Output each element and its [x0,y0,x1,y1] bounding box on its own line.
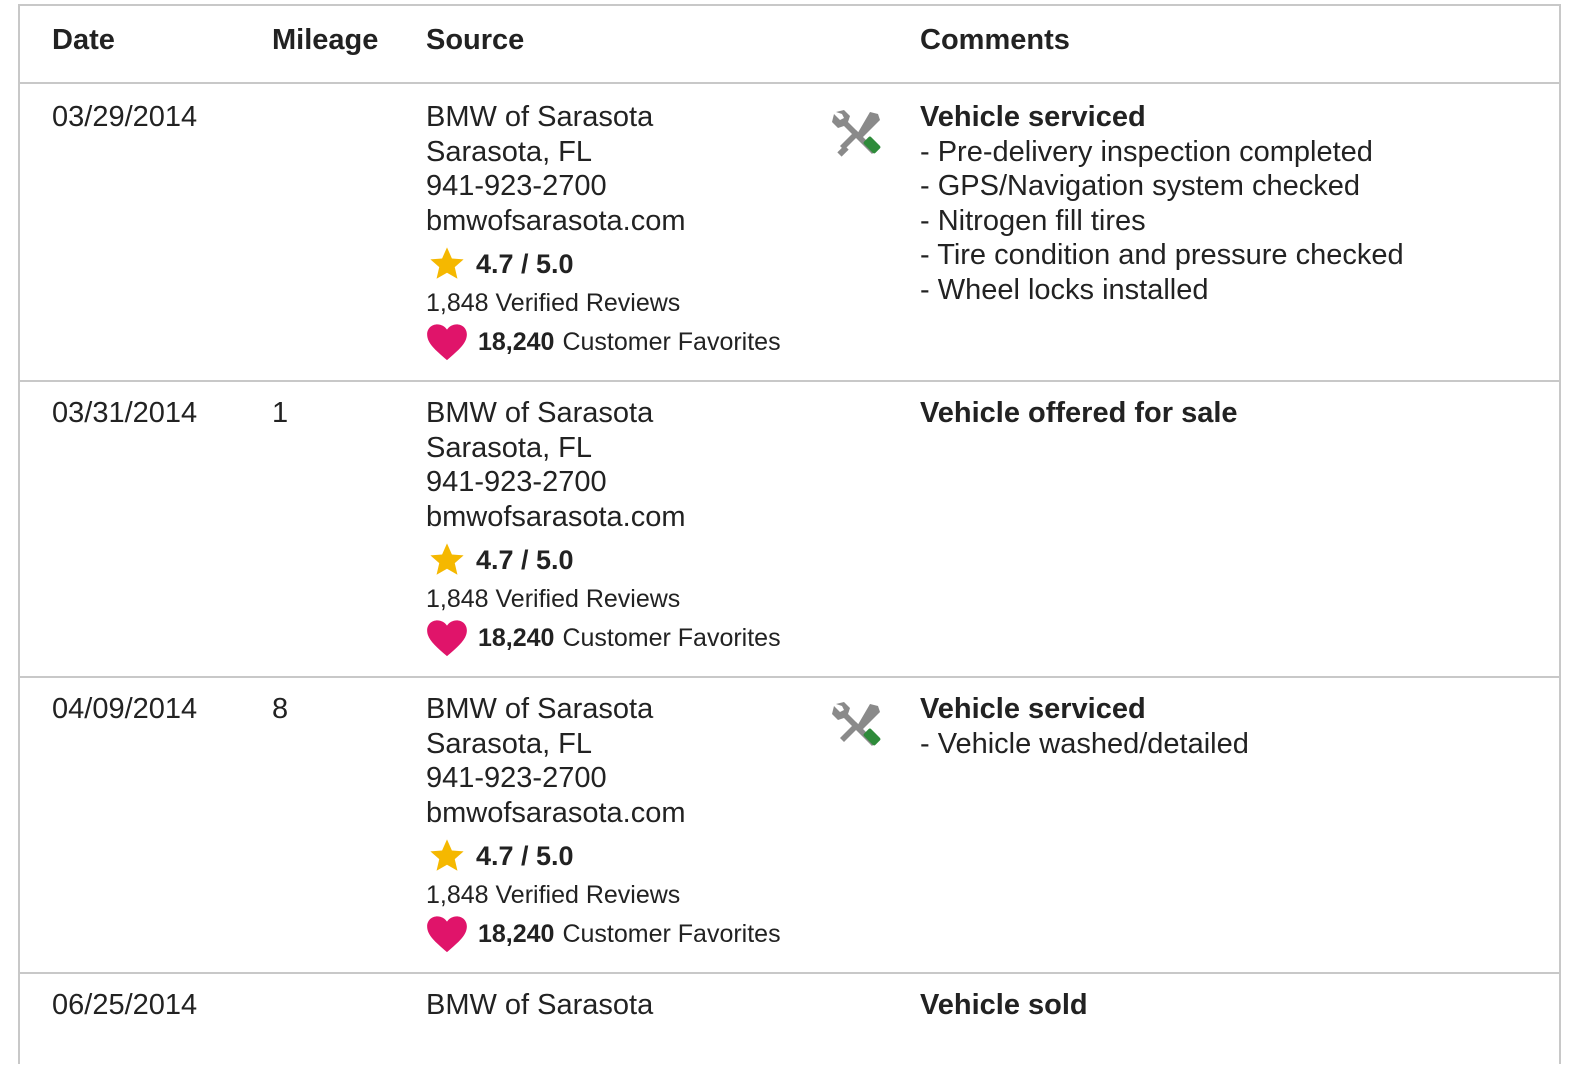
customer-favorites: 18,240 Customer Favorites [426,322,781,362]
table-row: 03/31/2014 1 BMW of Sarasota Sarasota, F… [20,382,1559,678]
comment-item: - Tire condition and pressure checked [920,239,1404,271]
customer-favorites: 18,240 Customer Favorites [426,618,781,658]
dealer-location: Sarasota, FL [426,727,593,760]
column-header-source: Source [426,24,525,56]
favorites-count: 18,240 [478,919,555,948]
customer-favorites: 18,240 Customer Favorites [426,914,781,954]
comment-title: Vehicle sold [920,989,1088,1021]
row-comments: Vehicle serviced - Vehicle washed/detail… [920,692,1249,761]
dealer-name[interactable]: BMW of Sarasota [426,396,781,431]
dealer-phone[interactable]: 941-923-2700 [426,465,781,500]
comment-item: - Wheel locks installed [920,273,1209,306]
row-date: 06/25/2014 [52,989,198,1021]
table-row: 04/09/2014 8 BMW of Sarasota Sarasota, F… [20,678,1559,974]
heart-icon [427,620,467,657]
column-header-date: Date [52,24,115,56]
dealer-phone[interactable]: 941-923-2700 [426,169,781,204]
row-source: BMW of Sarasota Sarasota, FL 941-923-270… [426,692,781,954]
comment-item: - Vehicle washed/detailed [920,727,1249,760]
row-comments: Vehicle sold [920,988,1088,1023]
dealer-website-link[interactable]: bmwofsarasota.com [426,500,781,535]
verified-reviews-link[interactable]: 1,848 Verified Reviews [426,876,781,914]
row-date: 03/29/2014 [52,101,198,133]
comment-title: Vehicle serviced [920,693,1146,725]
row-source: BMW of Sarasota [426,988,653,1023]
table-header: Date Mileage Source Comments [20,6,1559,84]
dealer-name[interactable]: BMW of Sarasota [426,100,781,135]
favorites-label: Customer Favorites [562,623,781,652]
dealer-name[interactable]: BMW of Sarasota [426,692,781,727]
row-comments: Vehicle serviced - Pre-delivery inspecti… [920,100,1404,307]
table-row: 06/25/2014 BMW of Sarasota Vehicle sold [20,974,1559,1074]
verified-reviews-link[interactable]: 1,848 Verified Reviews [426,284,781,322]
row-source: BMW of Sarasota Sarasota, FL 941-923-270… [426,396,781,658]
heart-icon [427,324,467,361]
comment-title: Vehicle serviced [920,101,1146,133]
service-tools-icon [832,110,881,157]
table-row: 03/29/2014 BMW of Sarasota Sarasota, FL … [20,84,1559,382]
comment-item: - Nitrogen fill tires [920,204,1146,237]
row-mileage: 8 [272,693,289,725]
row-mileage: 1 [272,397,289,429]
dealer-website-link[interactable]: bmwofsarasota.com [426,796,781,831]
comment-item: - Pre-delivery inspection completed [920,135,1373,168]
row-source: BMW of Sarasota Sarasota, FL 941-923-270… [426,100,781,362]
dealer-name[interactable]: BMW of Sarasota [426,988,653,1023]
dealer-location: Sarasota, FL [426,431,593,464]
rating-value: 4.7 / 5.0 [476,248,574,279]
row-comments: Vehicle offered for sale [920,396,1238,431]
dealer-phone[interactable]: 941-923-2700 [426,761,781,796]
favorites-label: Customer Favorites [562,919,781,948]
vehicle-history-table: Date Mileage Source Comments 03/29/2014 … [18,4,1561,1064]
column-header-mileage: Mileage [272,24,379,56]
dealer-rating: 4.7 / 5.0 [426,244,781,284]
star-icon [430,839,464,871]
row-date: 03/31/2014 [52,397,198,429]
rating-value: 4.7 / 5.0 [476,840,574,871]
rating-value: 4.7 / 5.0 [476,544,574,575]
comment-title: Vehicle offered for sale [920,397,1238,429]
favorites-label: Customer Favorites [562,327,781,356]
dealer-rating: 4.7 / 5.0 [426,540,781,580]
star-icon [430,543,464,575]
dealer-website-link[interactable]: bmwofsarasota.com [426,204,781,239]
dealer-rating: 4.7 / 5.0 [426,836,781,876]
verified-reviews-link[interactable]: 1,848 Verified Reviews [426,580,781,618]
heart-icon [427,916,467,953]
favorites-count: 18,240 [478,327,555,356]
column-header-comments: Comments [920,24,1070,56]
star-icon [430,247,464,279]
row-date: 04/09/2014 [52,693,198,725]
favorites-count: 18,240 [478,623,555,652]
service-tools-icon [832,702,881,746]
comment-item: - GPS/Navigation system checked [920,170,1361,202]
dealer-location: Sarasota, FL [426,135,593,168]
